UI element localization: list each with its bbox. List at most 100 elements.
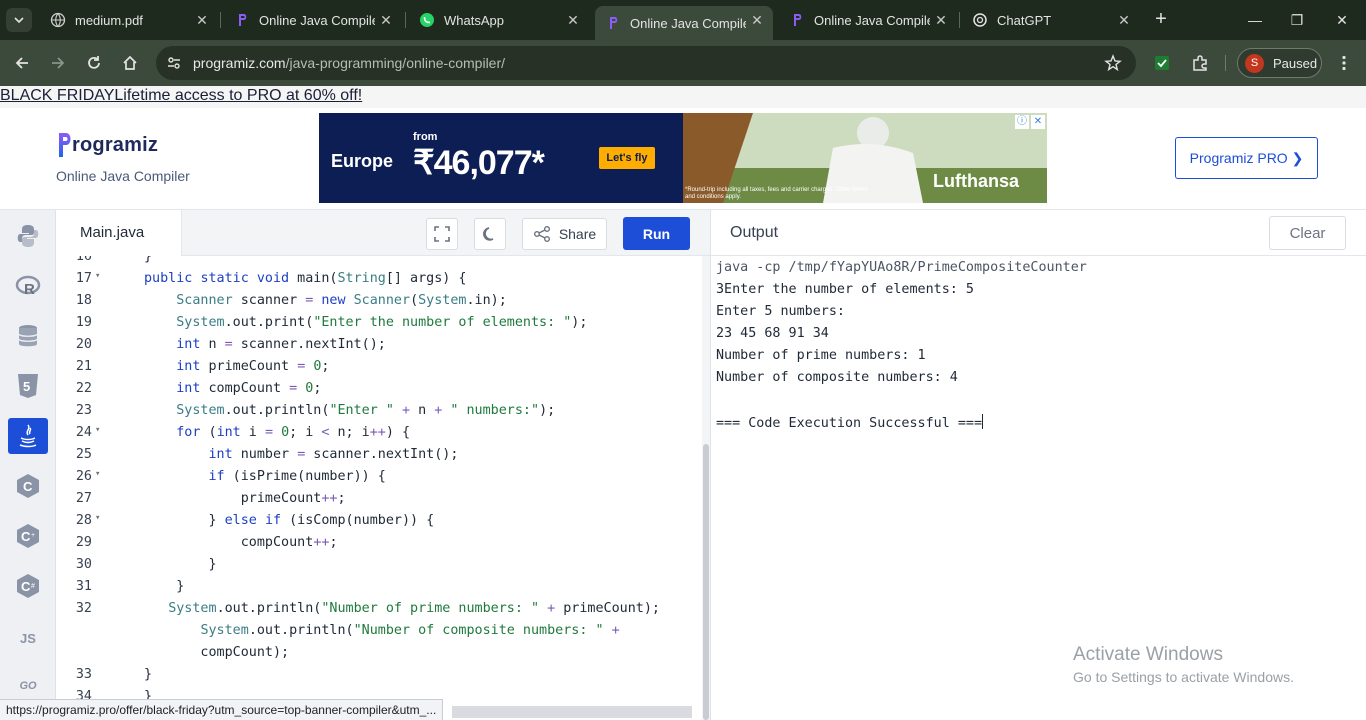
line-number: 20 (75, 337, 92, 352)
browser-tab[interactable]: Online Java Compiler ✕ (224, 6, 402, 34)
code-line[interactable]: 26 ▾ if (isPrime(number)) { (56, 466, 702, 488)
sql-icon[interactable] (8, 318, 48, 354)
browser-tab[interactable]: ChatGPT ✕ (962, 6, 1140, 34)
csharp-icon[interactable]: C # (8, 568, 48, 604)
code-line[interactable]: 33} (56, 664, 702, 686)
line-number: 17 (75, 271, 92, 286)
code-text: compCount++; (144, 535, 338, 550)
r-icon[interactable]: R (8, 268, 48, 304)
code-line[interactable]: 25 int number = scanner.nextInt(); (56, 444, 702, 466)
cpp-icon[interactable]: C + (8, 518, 48, 554)
code-line[interactable]: 20 int n = scanner.nextInt(); (56, 334, 702, 356)
editor-scrollbar[interactable] (702, 256, 710, 720)
c-icon[interactable]: C (8, 468, 48, 504)
browser-tab[interactable]: Online Java Compiler ✕ (779, 6, 957, 34)
share-icon (533, 226, 550, 242)
share-label: Share (558, 226, 597, 242)
svg-text:C: C (23, 479, 33, 494)
ad-cta-button[interactable]: Let's fly (599, 147, 655, 169)
scrollbar-thumb[interactable] (703, 444, 709, 720)
fold-arrow-icon[interactable]: ▾ (95, 271, 100, 281)
profile-button[interactable]: S Paused (1237, 48, 1322, 78)
code-line[interactable]: compCount); (56, 642, 702, 664)
advertisement-banner[interactable]: from Europe ₹46,077* Let's fly *Round-tr… (319, 113, 1047, 203)
clear-button[interactable]: Clear (1269, 216, 1346, 250)
code-line[interactable]: 32 System.out.println("Number of prime n… (56, 598, 702, 620)
java-icon[interactable] (8, 418, 48, 454)
close-tab-icon[interactable]: ✕ (565, 12, 581, 28)
fold-arrow-icon[interactable]: ▾ (95, 513, 100, 523)
restore-button[interactable]: ❐ (1285, 8, 1309, 32)
browser-tab-active[interactable]: Online Java Compiler ✕ (595, 6, 773, 40)
address-bar[interactable]: programiz.com/java-programming/online-co… (156, 46, 1136, 80)
python-icon[interactable] (8, 218, 48, 254)
extension-shield-button[interactable] (1150, 51, 1174, 75)
close-tab-icon[interactable]: ✕ (1116, 12, 1132, 28)
adchoices-icon[interactable]: ⓘ (1015, 115, 1029, 129)
close-tab-icon[interactable]: ✕ (749, 12, 765, 28)
code-editor[interactable]: 16} 17 ▾ public static void main(String[] a… (56, 256, 702, 720)
watermark-subtitle: Go to Settings to activate Windows. (1073, 669, 1294, 685)
tab-title: medium.pdf (75, 12, 143, 28)
programiz-icon (605, 15, 621, 31)
run-button[interactable]: Run (623, 217, 690, 250)
language-sidebar: R 5 C C + C # JS GO (0, 210, 56, 720)
close-tab-icon[interactable]: ✕ (378, 12, 394, 28)
html5-icon[interactable]: 5 (8, 368, 48, 404)
share-button[interactable]: Share (522, 218, 607, 250)
fold-arrow-icon[interactable]: ▾ (95, 469, 100, 479)
theme-toggle-button[interactable] (474, 218, 506, 250)
svg-text:C: C (21, 529, 31, 544)
browser-tab[interactable]: WhatsApp ✕ (409, 6, 589, 34)
js-icon[interactable]: JS (8, 620, 48, 656)
code-line[interactable]: 22 int compCount = 0; (56, 378, 702, 400)
extensions-button[interactable] (1188, 51, 1212, 75)
tab-title: Online Java Compiler (259, 12, 375, 28)
fullscreen-button[interactable] (426, 218, 458, 250)
line-number: 31 (75, 579, 92, 594)
code-line[interactable]: 29 compCount++; (56, 532, 702, 554)
code-line[interactable]: 21 int primeCount = 0; (56, 356, 702, 378)
new-tab-button[interactable]: + (1150, 8, 1172, 30)
file-tab[interactable]: Main.java (56, 210, 182, 256)
output-line: 23 45 68 91 34 (716, 326, 829, 341)
line-number: 18 (75, 293, 92, 308)
close-ad-icon[interactable]: ✕ (1031, 115, 1045, 129)
site-info-icon[interactable] (166, 55, 182, 71)
close-tab-icon[interactable]: ✕ (933, 12, 949, 28)
browser-tab[interactable]: medium.pdf ✕ (40, 6, 218, 34)
code-line[interactable]: 30 } (56, 554, 702, 576)
code-line[interactable]: 27 primeCount++; (56, 488, 702, 510)
programiz-logo[interactable]: rogramiz (58, 132, 158, 158)
minimize-button[interactable]: — (1243, 8, 1267, 32)
code-line[interactable]: 18 Scanner scanner = new Scanner(System.… (56, 290, 702, 312)
fold-arrow-icon[interactable]: ▾ (95, 425, 100, 435)
home-button[interactable] (118, 51, 142, 75)
code-line[interactable]: 19 System.out.print("Enter the number of… (56, 312, 702, 334)
code-line[interactable]: 16} (56, 256, 702, 268)
svg-text:R: R (24, 281, 35, 298)
code-text: compCount); (144, 645, 290, 660)
promo-link[interactable]: BLACK FRIDAYLifetime access to PRO at 60… (0, 87, 362, 105)
forward-button[interactable] (46, 51, 70, 75)
code-text: } (144, 256, 153, 264)
code-line[interactable]: 31 } (56, 576, 702, 598)
text-cursor (982, 414, 984, 429)
code-line[interactable]: 17 ▾ public static void main(String[] args… (56, 268, 702, 290)
window-close-button[interactable]: ✕ (1330, 8, 1354, 32)
code-line[interactable]: 24 ▾ for (int i = 0; i < n; i++) { (56, 422, 702, 444)
code-text: } (144, 667, 153, 682)
code-line[interactable]: System.out.println("Number of composite … (56, 620, 702, 642)
close-tab-icon[interactable]: ✕ (194, 12, 210, 28)
browser-menu-button[interactable] (1332, 51, 1356, 75)
code-line[interactable]: 28 ▾ } else if (isComp(number)) { (56, 510, 702, 532)
bookmark-star-icon[interactable] (1104, 54, 1122, 72)
editor-horizontal-scrollbar[interactable] (452, 706, 692, 718)
tab-search-button[interactable] (6, 8, 32, 32)
line-number: 16 (75, 256, 92, 264)
back-button[interactable] (10, 51, 34, 75)
url-host: programiz.com (193, 55, 286, 71)
reload-button[interactable] (82, 51, 106, 75)
code-line[interactable]: 23 System.out.println("Enter " + n + " n… (56, 400, 702, 422)
programiz-pro-button[interactable]: Programiz PRO ❯ (1175, 137, 1318, 179)
